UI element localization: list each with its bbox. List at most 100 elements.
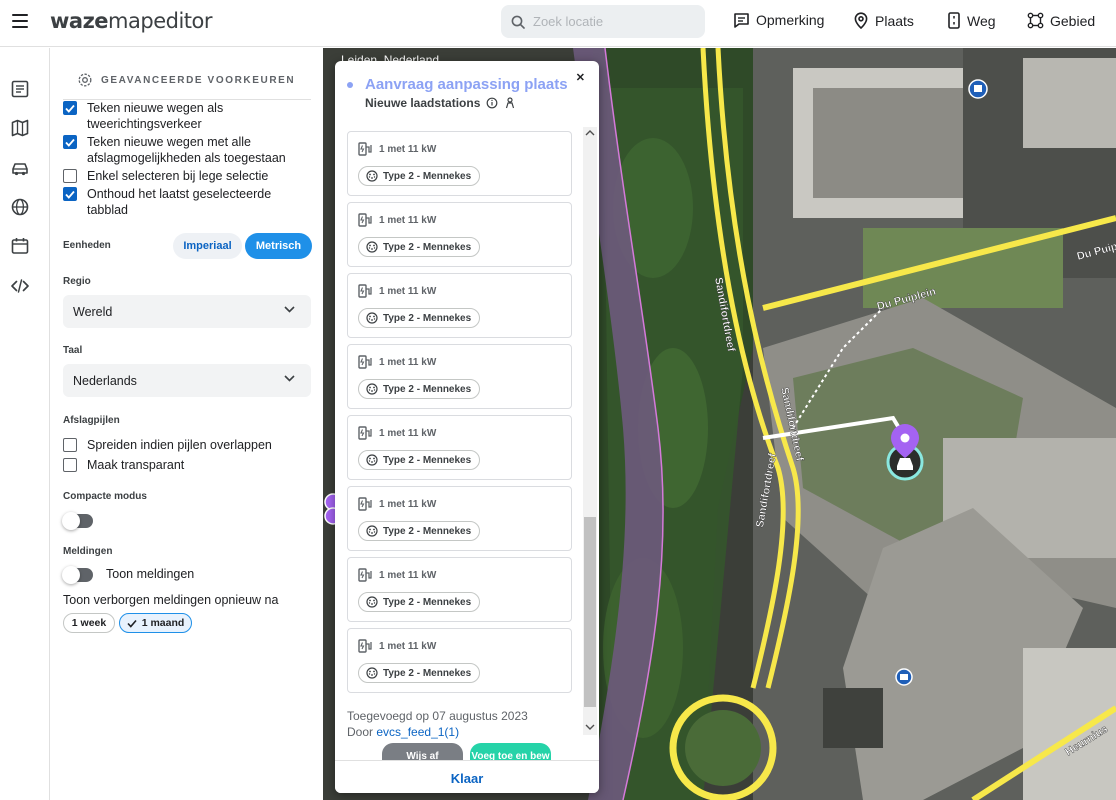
ev-charger-icon bbox=[358, 213, 372, 227]
info-icon[interactable] bbox=[486, 97, 498, 109]
ev-station-icon[interactable] bbox=[968, 79, 988, 99]
two-way-roads-checkbox[interactable] bbox=[63, 101, 77, 115]
ev-charger-icon bbox=[358, 568, 372, 582]
metric-button[interactable]: Metrisch bbox=[245, 233, 312, 259]
ev-charger-icon bbox=[358, 355, 372, 369]
pref-transparent: Maak transparant bbox=[63, 457, 184, 473]
close-icon[interactable]: ✕ bbox=[576, 71, 585, 84]
connector-chip: Type 2 - Mennekes bbox=[358, 663, 481, 683]
transparent-checkbox[interactable] bbox=[63, 458, 77, 472]
imperial-button[interactable]: Imperiaal bbox=[173, 233, 242, 259]
place-pin-icon bbox=[854, 12, 868, 29]
area-button[interactable]: Gebied bbox=[1027, 12, 1095, 29]
charging-stations-list: 1 met 11 kW Type 2 - Mennekes 1 met 11 k… bbox=[347, 131, 572, 701]
pref-two-way-roads: Teken nieuwe wegen als tweerichtingsverk… bbox=[63, 100, 303, 132]
added-date: Toegevoegd op 07 augustus 2023 bbox=[347, 709, 528, 723]
ev-station-icon[interactable] bbox=[895, 668, 913, 686]
road-button[interactable]: Weg bbox=[947, 12, 996, 29]
units-label: Eenheden bbox=[63, 240, 111, 251]
search-icon bbox=[511, 15, 525, 29]
compact-mode-label: Compacte modus bbox=[63, 491, 147, 502]
connector-type2-icon bbox=[366, 312, 378, 324]
station-power: 1 met 11 kW bbox=[379, 143, 437, 155]
comment-icon bbox=[734, 13, 749, 28]
scroll-thumb[interactable] bbox=[584, 517, 596, 707]
settings-gear-icon bbox=[78, 73, 92, 87]
search-box[interactable] bbox=[501, 5, 705, 38]
list-item[interactable]: 1 met 11 kW Type 2 - Mennekes bbox=[347, 202, 572, 267]
turn-arrows-label: Afslagpijlen bbox=[63, 415, 120, 426]
connector-type2-icon bbox=[366, 596, 378, 608]
station-power: 1 met 11 kW bbox=[379, 214, 437, 226]
station-power: 1 met 11 kW bbox=[379, 498, 437, 510]
ev-charger-icon bbox=[358, 497, 372, 511]
one-week-chip[interactable]: 1 week bbox=[63, 613, 115, 633]
area-icon bbox=[1027, 12, 1044, 29]
code-icon[interactable] bbox=[10, 276, 30, 296]
list-item[interactable]: 1 met 11 kW Type 2 - Mennekes bbox=[347, 344, 572, 409]
place-update-request-dialog: Aanvraag aanpassing plaats ✕ Nieuwe laad… bbox=[335, 61, 599, 793]
comment-button[interactable]: Opmerking bbox=[733, 12, 824, 28]
one-month-chip[interactable]: 1 maand bbox=[119, 613, 192, 633]
preferences-panel: GEAVANCEERDE VOORKEUREN Teken nieuwe weg… bbox=[49, 48, 323, 800]
remember-tab-checkbox[interactable] bbox=[63, 187, 77, 201]
language-select[interactable]: Nederlands bbox=[63, 364, 311, 397]
spread-arrows-checkbox[interactable] bbox=[63, 438, 77, 452]
pref-all-turns: Teken nieuwe wegen met alle afslagmogeli… bbox=[63, 134, 303, 166]
list-scrollbar[interactable] bbox=[583, 127, 597, 735]
place-marker-icon[interactable] bbox=[886, 424, 924, 481]
notifications-toggle[interactable] bbox=[62, 566, 93, 584]
check-icon bbox=[127, 619, 137, 628]
calendar-icon[interactable] bbox=[10, 236, 30, 256]
connector-chip: Type 2 - Mennekes bbox=[358, 379, 481, 399]
user-link[interactable]: evcs_feed_1(1) bbox=[376, 725, 459, 739]
select-empty-checkbox[interactable] bbox=[63, 169, 77, 183]
map-icon[interactable] bbox=[10, 118, 30, 138]
person-icon[interactable] bbox=[504, 97, 516, 109]
pref-remember-tab: Onthoud het laatst geselecteerde tabblad bbox=[63, 186, 303, 218]
all-turns-checkbox[interactable] bbox=[63, 135, 77, 149]
menu-icon[interactable] bbox=[12, 14, 28, 28]
added-by: Door evcs_feed_1(1) bbox=[347, 725, 460, 739]
connector-chip: Type 2 - Mennekes bbox=[358, 166, 481, 186]
connector-chip: Type 2 - Mennekes bbox=[358, 450, 481, 470]
section-header: GEAVANCEERDE VOORKEUREN bbox=[77, 72, 295, 88]
station-power: 1 met 11 kW bbox=[379, 356, 437, 368]
pref-select-empty: Enkel selecteren bij lege selectie bbox=[63, 168, 303, 184]
connector-type2-icon bbox=[366, 525, 378, 537]
station-power: 1 met 11 kW bbox=[379, 640, 437, 652]
dialog-title: Aanvraag aanpassing plaats bbox=[365, 76, 568, 93]
search-input[interactable] bbox=[533, 14, 683, 29]
scroll-up-icon[interactable] bbox=[585, 129, 595, 137]
scroll-down-icon[interactable] bbox=[585, 723, 595, 731]
ev-charger-icon bbox=[358, 426, 372, 440]
region-select[interactable]: Wereld bbox=[63, 295, 311, 328]
ev-charger-icon bbox=[358, 284, 372, 298]
language-label: Taal bbox=[63, 345, 83, 356]
car-icon[interactable] bbox=[10, 158, 30, 178]
station-power: 1 met 11 kW bbox=[379, 427, 437, 439]
top-bar: wazemapeditor Opmerking Plaats Weg Gebie… bbox=[0, 0, 1116, 47]
place-button[interactable]: Plaats bbox=[853, 12, 914, 29]
connector-type2-icon bbox=[366, 241, 378, 253]
list-item[interactable]: 1 met 11 kW Type 2 - Mennekes bbox=[347, 415, 572, 480]
list-item[interactable]: 1 met 11 kW Type 2 - Mennekes bbox=[347, 273, 572, 338]
layers-list-icon[interactable] bbox=[10, 79, 30, 99]
done-button[interactable]: Klaar bbox=[335, 760, 599, 793]
side-nav bbox=[0, 48, 42, 800]
notifications-label: Meldingen bbox=[63, 546, 113, 557]
app-logo[interactable]: wazemapeditor bbox=[50, 9, 213, 33]
chevron-down-icon bbox=[284, 306, 295, 313]
chevron-down-icon bbox=[284, 375, 295, 382]
station-power: 1 met 11 kW bbox=[379, 285, 437, 297]
globe-icon[interactable] bbox=[10, 197, 30, 217]
connector-chip: Type 2 - Mennekes bbox=[358, 521, 481, 541]
compact-mode-toggle[interactable] bbox=[62, 512, 93, 530]
connector-chip: Type 2 - Mennekes bbox=[358, 308, 481, 328]
road-icon bbox=[948, 12, 960, 29]
list-item[interactable]: 1 met 11 kW Type 2 - Mennekes bbox=[347, 486, 572, 551]
connector-type2-icon bbox=[366, 667, 378, 679]
list-item[interactable]: 1 met 11 kW Type 2 - Mennekes bbox=[347, 131, 572, 196]
list-item[interactable]: 1 met 11 kW Type 2 - Mennekes bbox=[347, 628, 572, 693]
list-item[interactable]: 1 met 11 kW Type 2 - Mennekes bbox=[347, 557, 572, 622]
